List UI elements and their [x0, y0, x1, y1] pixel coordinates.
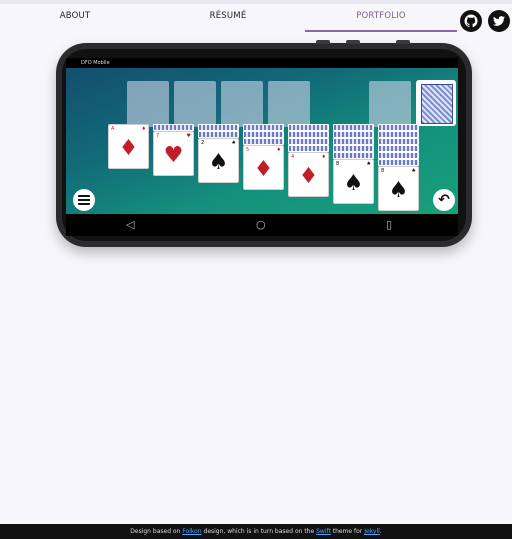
phone-screen: DFO Mobile A ♦ ♦ 7 ♥ ♥ 2 ♠ ♠ 5 ♦ ♦ 4 ♦ ♦ 8 ♠ ♠ 8 ♠ ♠ ↶ ◁ ○ ▯ [66, 58, 458, 236]
face-down-card [378, 159, 419, 166]
home-icon[interactable]: ○ [256, 218, 266, 232]
foundation-slot[interactable] [127, 81, 169, 127]
phone-button [346, 40, 360, 44]
face-down-card [243, 131, 284, 138]
playing-card[interactable]: 7 ♥ ♥ [153, 131, 194, 176]
playing-card[interactable]: 4 ♦ ♦ [288, 152, 329, 197]
tab-portfolio[interactable]: PORTFOLIO [305, 4, 457, 32]
face-down-card [153, 124, 194, 131]
card-suit-small: ♦ [321, 154, 326, 160]
card-rank: 7 [156, 133, 160, 139]
card-suit-small: ♥ [186, 133, 191, 139]
card-suit-icon: ♦ [253, 157, 274, 182]
android-nav-bar: ◁ ○ ▯ [66, 214, 458, 236]
phone-button [316, 40, 330, 44]
face-down-card [333, 124, 374, 131]
face-down-card [333, 152, 374, 159]
github-icon[interactable] [460, 10, 482, 32]
footer-link-swift[interactable]: Swift [316, 528, 331, 535]
face-down-card [243, 124, 284, 131]
card-rank: 5 [246, 147, 250, 153]
footer-text: theme for [330, 528, 365, 535]
face-down-card [378, 152, 419, 159]
tab-resume[interactable]: RÉSUMÉ [153, 4, 303, 30]
tab-about[interactable]: ABOUT [0, 4, 150, 30]
face-down-card [288, 138, 329, 145]
card-suit-small: ♠ [411, 168, 416, 174]
hamburger-menu-icon [78, 195, 90, 205]
footer-text: design, which is in turn based on the [201, 528, 317, 535]
card-suit-small: ♠ [231, 140, 236, 146]
footer-text: Design based on [130, 528, 183, 535]
face-down-card [288, 124, 329, 131]
footer-link-jekyll[interactable]: Jekyll [364, 528, 380, 535]
playing-card[interactable]: 8 ♠ ♠ [333, 159, 374, 204]
card-rank: 8 [381, 168, 385, 174]
undo-icon: ↶ [438, 192, 450, 208]
face-down-card [243, 138, 284, 145]
card-rank: A [111, 126, 115, 132]
footer-text: . [379, 528, 382, 535]
footer: Design based on Folkon design, which is … [0, 524, 512, 539]
playing-card[interactable]: 2 ♠ ♠ [198, 138, 239, 183]
foundation-slot[interactable] [268, 81, 310, 127]
card-suit-icon: ♠ [208, 150, 229, 175]
card-suit-small: ♦ [276, 147, 281, 153]
face-down-card [333, 145, 374, 152]
stock-pile[interactable] [416, 80, 456, 126]
face-down-card [288, 145, 329, 152]
status-title: DFO Mobile [81, 60, 110, 66]
card-rank: 8 [336, 161, 340, 167]
card-suit-icon: ♠ [388, 178, 409, 203]
playing-card[interactable]: A ♦ ♦ [108, 124, 149, 169]
undo-button[interactable]: ↶ [433, 189, 455, 211]
foundation-slot[interactable] [174, 81, 216, 127]
face-down-card [288, 131, 329, 138]
twitter-icon[interactable] [488, 10, 510, 32]
face-down-card [378, 131, 419, 138]
menu-button[interactable] [73, 189, 95, 211]
face-down-card [198, 124, 239, 131]
waste-slot[interactable] [369, 81, 411, 127]
recents-icon[interactable]: ▯ [386, 218, 392, 232]
face-down-card [378, 124, 419, 131]
card-suit-small: ♠ [366, 161, 371, 167]
solitaire-table[interactable]: A ♦ ♦ 7 ♥ ♥ 2 ♠ ♠ 5 ♦ ♦ 4 ♦ ♦ 8 ♠ ♠ 8 ♠ ♠ ↶ [66, 68, 458, 214]
face-down-card [378, 145, 419, 152]
face-down-card [333, 138, 374, 145]
footer-link-folkon[interactable]: Folkon [182, 528, 201, 535]
playing-card[interactable]: 5 ♦ ♦ [243, 145, 284, 190]
foundation-slot[interactable] [221, 81, 263, 127]
main-nav: ABOUT RÉSUMÉ PORTFOLIO [0, 4, 512, 34]
card-suit-icon: ♠ [343, 171, 364, 196]
status-bar: DFO Mobile [66, 58, 458, 68]
card-rank: 2 [201, 140, 205, 146]
card-suit-icon: ♦ [118, 136, 139, 161]
playing-card[interactable]: 8 ♠ ♠ [378, 166, 419, 211]
card-rank: 4 [291, 154, 295, 160]
card-back [421, 84, 453, 124]
phone-button [396, 40, 410, 44]
face-down-card [333, 131, 374, 138]
card-suit-small: ♦ [141, 126, 146, 132]
card-suit-icon: ♥ [163, 143, 184, 168]
face-down-card [198, 131, 239, 138]
card-suit-icon: ♦ [298, 164, 319, 189]
face-down-card [378, 138, 419, 145]
back-icon[interactable]: ◁ [126, 218, 134, 232]
